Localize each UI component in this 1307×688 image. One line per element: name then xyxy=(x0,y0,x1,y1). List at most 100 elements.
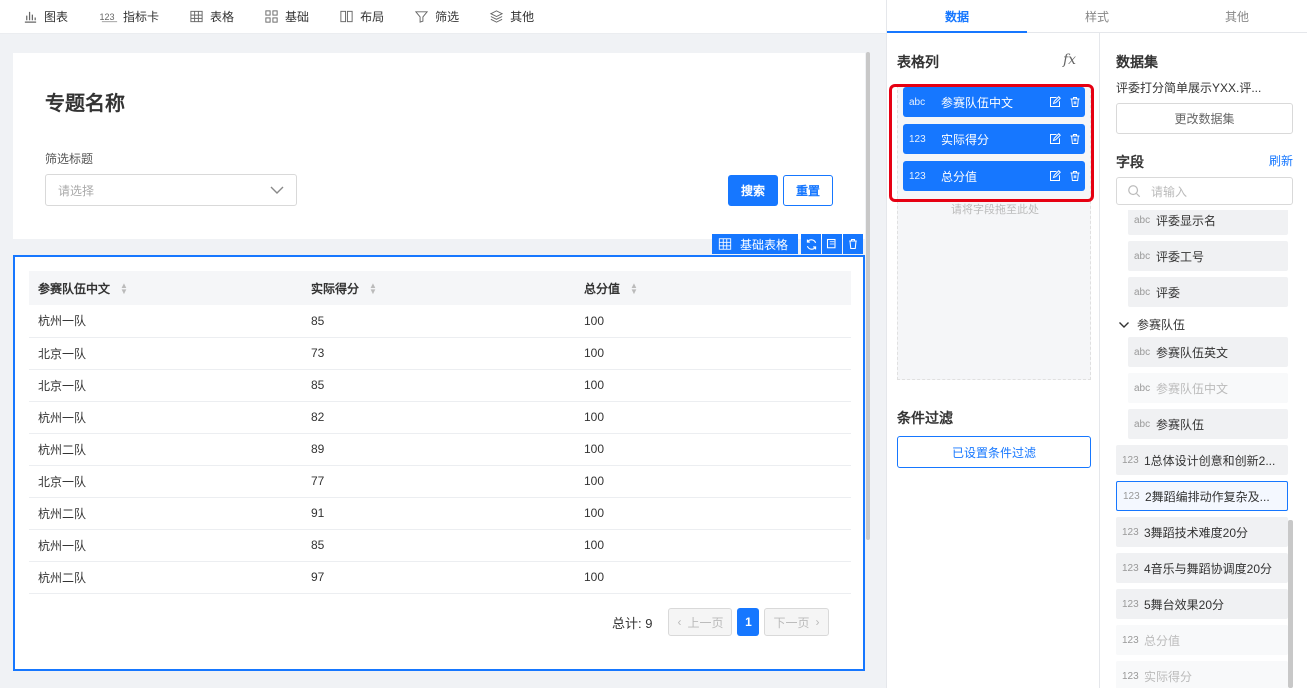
prev-page-button[interactable]: ‹ 上一页 xyxy=(668,608,733,636)
column-header[interactable]: 参赛队伍中文 ▲ ▼ xyxy=(29,271,302,305)
toolbar-item-layout[interactable]: 布局 xyxy=(338,8,384,25)
delete-icon[interactable] xyxy=(1065,133,1085,145)
field-group-toggle[interactable]: 参赛队伍 xyxy=(1118,316,1185,333)
chevron-right-icon: › xyxy=(815,615,820,629)
toolbar-item-label: 基础 xyxy=(285,10,310,24)
table-row: 北京一队 85 100 xyxy=(29,369,851,402)
copy-icon[interactable] xyxy=(822,234,843,254)
field-item[interactable]: abc 评委显示名 xyxy=(1128,210,1288,235)
search-button[interactable]: 搜索 xyxy=(728,175,778,206)
table-cell: 100 xyxy=(575,369,851,402)
field-item[interactable]: 123 3舞蹈技术难度20分 xyxy=(1116,517,1288,547)
formula-icon[interactable]: fx xyxy=(1063,52,1076,68)
field-type: 123 xyxy=(1122,454,1139,466)
table-cell: 100 xyxy=(575,305,851,338)
toolbar-item-chart[interactable]: 图表 xyxy=(22,8,68,25)
column-name: 实际得分 xyxy=(941,132,990,147)
filter-icon xyxy=(413,9,429,25)
delete-icon[interactable] xyxy=(1065,96,1085,108)
field-item[interactable]: 123 2舞蹈编排动作复杂及... xyxy=(1116,481,1288,511)
toolbar-item-filter[interactable]: 筛选 xyxy=(413,8,459,25)
component-toolbar: 图表 1̲2̲3̲ 指标卡 表格 基础 布局 筛选 其他 xyxy=(0,0,886,34)
field-type: 123 xyxy=(909,170,926,182)
condition-filter-button[interactable]: 已设置条件过滤 xyxy=(897,436,1091,468)
canvas-scrollbar[interactable] xyxy=(866,52,870,540)
toolbar-item-table[interactable]: 表格 xyxy=(188,8,234,25)
sort-icon[interactable]: ▲ ▼ xyxy=(120,282,128,296)
tab-data[interactable]: 数据 xyxy=(887,0,1027,33)
filter-label: 筛选标题 xyxy=(45,152,94,166)
toolbar-item-label: 其他 xyxy=(510,10,535,24)
edit-icon[interactable] xyxy=(1045,170,1065,182)
toolbar-item-basic[interactable]: 基础 xyxy=(263,8,309,25)
field-name: 参赛队伍 xyxy=(1156,417,1205,432)
column-header[interactable]: 实际得分 ▲ ▼ xyxy=(302,271,575,305)
delete-icon[interactable] xyxy=(1065,170,1085,182)
table-cell: 85 xyxy=(302,369,575,402)
table-column-item[interactable]: 123 实际得分 xyxy=(903,124,1085,154)
table-cell: 北京一队 xyxy=(29,465,302,498)
toolbar-item-other[interactable]: 其他 xyxy=(488,8,534,25)
basic-table-widget[interactable]: 参赛队伍中文 ▲ ▼ 实际得分 ▲ ▼ 总分值 ▲ ▼ 杭州一队 85 100 北京一队 73 100… xyxy=(13,255,865,671)
field-item[interactable]: 123 1总体设计创意和创新2... xyxy=(1116,445,1288,475)
table-cell: 北京一队 xyxy=(29,337,302,370)
table-column-item[interactable]: 123 总分值 xyxy=(903,161,1085,191)
change-dataset-button[interactable]: 更改数据集 xyxy=(1116,103,1293,134)
table-row: 杭州一队 82 100 xyxy=(29,401,851,434)
field-item[interactable]: 123 实际得分 xyxy=(1116,661,1288,688)
column-name: 参赛队伍中文 xyxy=(941,95,1014,110)
field-item[interactable]: abc 参赛队伍中文 xyxy=(1128,373,1288,403)
field-type: 123 xyxy=(1122,598,1139,610)
field-item[interactable]: 123 4音乐与舞蹈协调度20分 xyxy=(1116,553,1288,583)
table-cell: 97 xyxy=(302,561,575,594)
next-page-button[interactable]: 下一页 › xyxy=(764,608,829,636)
widget-name-tag[interactable]: 基础表格 xyxy=(712,234,799,254)
number-icon: 1̲2̲3̲ xyxy=(99,11,115,22)
edit-icon[interactable] xyxy=(1045,133,1065,145)
field-group-label: 参赛队伍 xyxy=(1137,318,1186,332)
tab-style[interactable]: 样式 xyxy=(1027,0,1167,32)
panel-tabs: 数据 样式 其他 xyxy=(887,0,1307,33)
chevron-down-icon xyxy=(1119,321,1129,328)
field-name: 3舞蹈技术难度20分 xyxy=(1144,525,1249,540)
table-cell: 85 xyxy=(302,529,575,562)
field-item[interactable]: abc 参赛队伍英文 xyxy=(1128,337,1288,367)
column-name: 总分值 xyxy=(941,169,978,184)
table-cell: 85 xyxy=(302,305,575,338)
config-panel: 数据 样式 其他 表格列 fx 请将字段拖至此处 abc 参赛队伍中文 123 实际得… xyxy=(886,0,1307,688)
filter-card: 专题名称 筛选标题 请选择 搜索 重置 xyxy=(13,53,865,239)
field-item[interactable]: 123 5舞台效果20分 xyxy=(1116,589,1288,619)
reset-button[interactable]: 重置 xyxy=(783,175,833,206)
search-icon xyxy=(1128,185,1141,198)
table-row: 杭州一队 85 100 xyxy=(29,305,851,338)
field-item[interactable]: abc 评委 xyxy=(1128,277,1288,307)
field-list-scrollbar[interactable] xyxy=(1288,520,1293,688)
delete-icon[interactable] xyxy=(843,234,864,254)
field-item[interactable]: abc 参赛队伍 xyxy=(1128,409,1288,439)
page-number[interactable]: 1 xyxy=(737,608,760,636)
dataset-title: 数据集 xyxy=(1116,54,1158,70)
tab-other[interactable]: 其他 xyxy=(1167,0,1307,32)
sort-icon[interactable]: ▲ ▼ xyxy=(630,282,638,296)
field-name: 评委 xyxy=(1156,285,1181,300)
field-item[interactable]: abc 评委工号 xyxy=(1128,241,1288,271)
columns-title: 表格列 xyxy=(897,54,939,70)
table-column-item[interactable]: abc 参赛队伍中文 xyxy=(903,87,1085,117)
refresh-icon[interactable] xyxy=(801,234,822,254)
field-type: abc xyxy=(909,96,926,108)
toolbar-item-indicator[interactable]: 1̲2̲3̲ 指标卡 xyxy=(97,8,160,25)
filter-select[interactable]: 请选择 xyxy=(45,174,297,206)
table-cell: 77 xyxy=(302,465,575,498)
field-list: 参赛队伍 abc 评委显示名 abc 评委工号 abc 评委 abc 参赛队伍英文 abc 参赛队… xyxy=(1116,210,1293,688)
field-item[interactable]: 123 总分值 xyxy=(1116,625,1288,655)
edit-icon[interactable] xyxy=(1045,96,1065,108)
table-cell: 73 xyxy=(302,337,575,370)
refresh-fields-link[interactable]: 刷新 xyxy=(1269,152,1293,169)
table-row: 杭州二队 97 100 xyxy=(29,561,851,594)
column-header[interactable]: 总分值 ▲ ▼ xyxy=(575,271,851,305)
field-search-input[interactable]: 请输入 xyxy=(1116,177,1293,205)
sort-icon[interactable]: ▲ ▼ xyxy=(369,282,377,296)
table-row: 北京一队 73 100 xyxy=(29,337,851,370)
search-placeholder: 请输入 xyxy=(1151,184,1188,199)
table-cell: 杭州二队 xyxy=(29,561,302,594)
